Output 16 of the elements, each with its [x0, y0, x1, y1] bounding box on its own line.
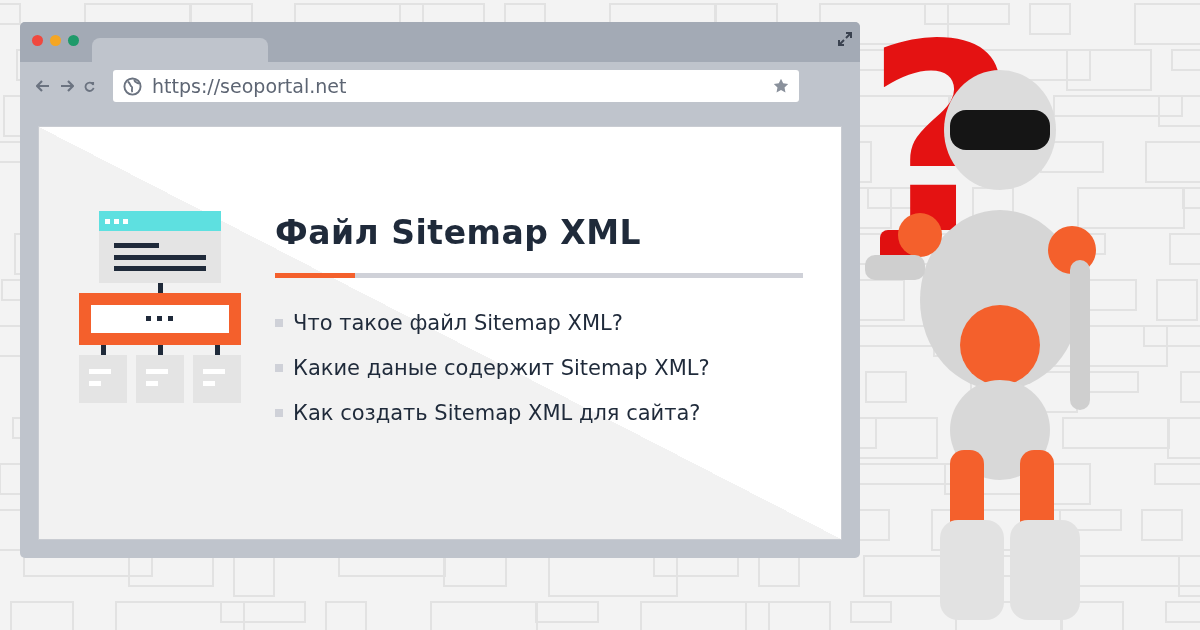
address-bar[interactable]: https://seoportal.net: [113, 70, 799, 102]
expand-icon[interactable]: [838, 32, 852, 46]
question-item: Как создать Sitemap XML для сайта?: [293, 400, 701, 425]
question-item: Что такое файл Sitemap XML?: [293, 310, 623, 335]
close-icon[interactable]: [32, 35, 43, 46]
back-icon[interactable]: [36, 80, 50, 92]
article-title: Файл Sitemap XML: [275, 212, 643, 254]
reload-icon[interactable]: [84, 80, 95, 92]
bullet-icon: [275, 318, 283, 327]
star-icon[interactable]: [773, 78, 789, 94]
maximize-icon[interactable]: [68, 35, 79, 46]
question-item: Какие даные содержит Sitemap XML?: [293, 355, 710, 380]
globe-icon: [123, 76, 142, 96]
bullet-icon: [275, 408, 283, 417]
forward-icon[interactable]: [60, 80, 74, 92]
bullet-icon: [275, 363, 283, 372]
